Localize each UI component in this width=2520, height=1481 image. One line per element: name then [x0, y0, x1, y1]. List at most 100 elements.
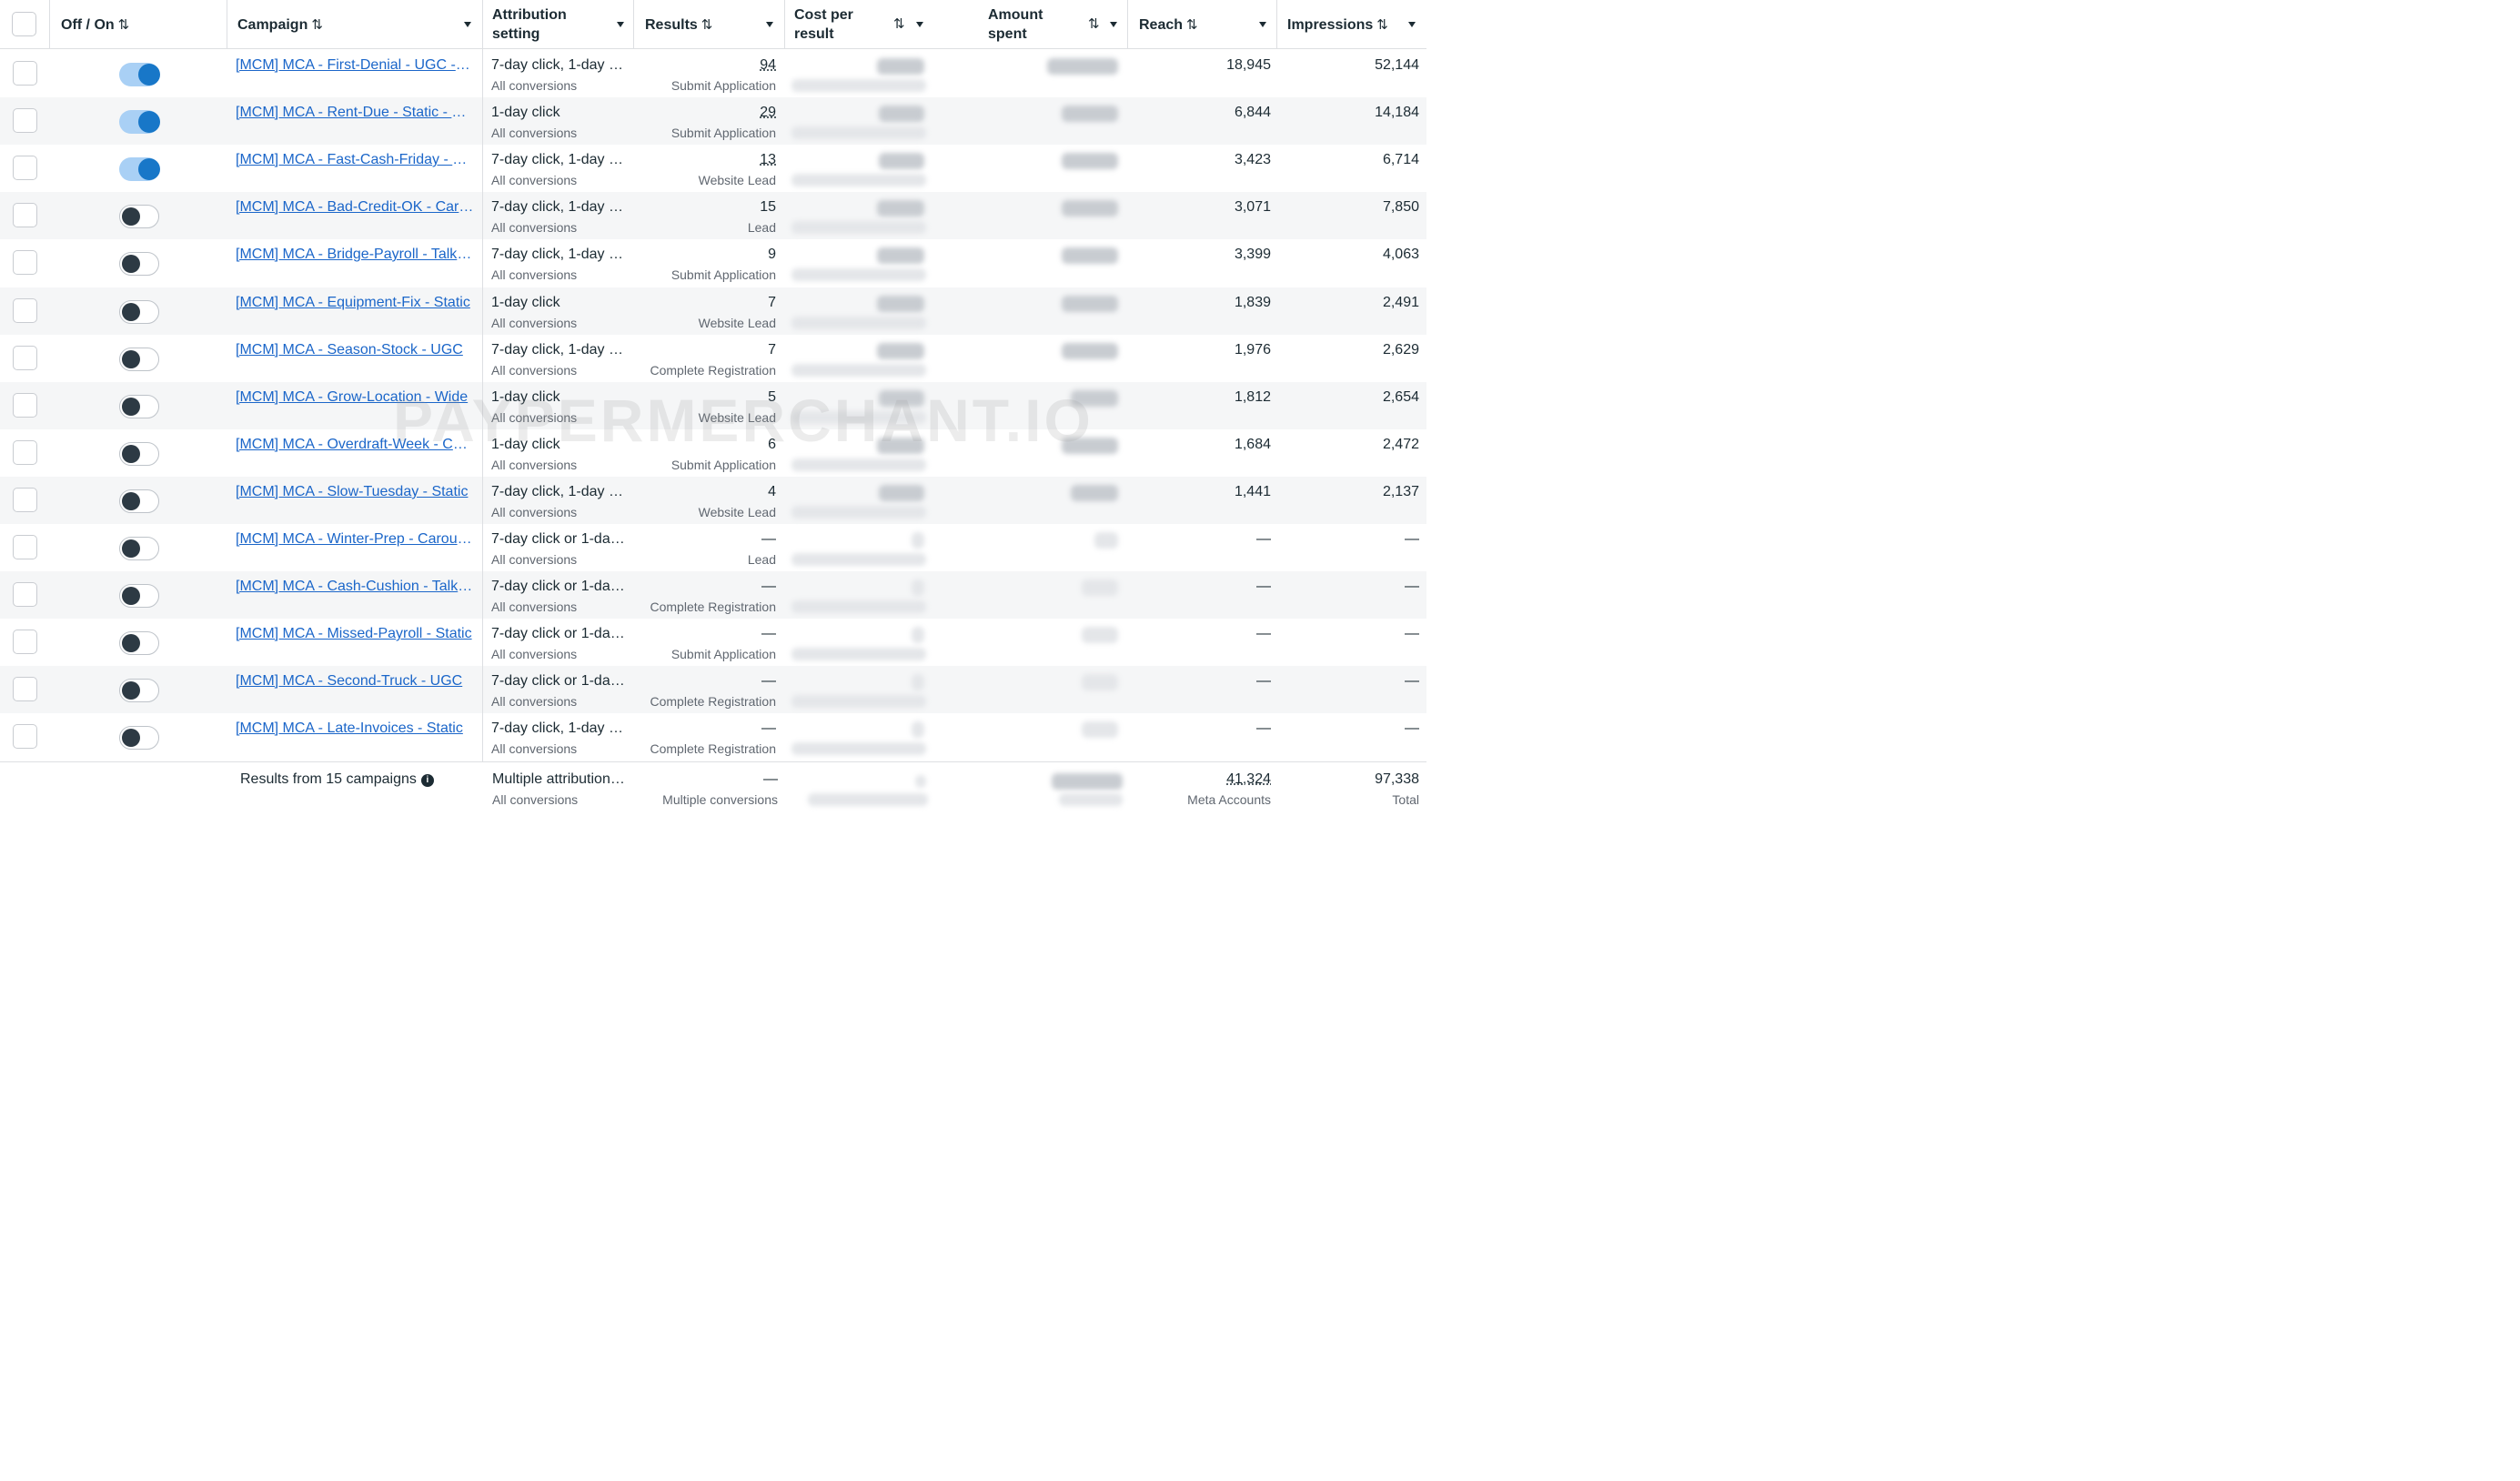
column-header-attribution[interactable]: Attribution setting — [492, 0, 567, 49]
row-checkbox[interactable] — [13, 724, 37, 749]
campaign-link[interactable]: [MCM] MCA - Grow-Location - Wide — [236, 389, 474, 406]
result-value[interactable]: 29 — [760, 105, 776, 121]
table-row[interactable]: [MCM] MCA - Winter-Prep - Carousel 7-day … — [0, 524, 1426, 571]
campaign-toggle[interactable] — [119, 205, 159, 228]
campaign-link[interactable]: [MCM] MCA - Late-Invoices - Static — [236, 720, 474, 737]
campaign-toggle[interactable] — [119, 300, 159, 324]
table-row[interactable]: [MCM] MCA - Overdraft-Week - Carousel 1-d… — [0, 429, 1426, 477]
result-value: 6 — [768, 437, 776, 452]
campaign-toggle[interactable] — [119, 537, 159, 560]
reach-header-label: Reach — [1139, 16, 1184, 33]
toggle-knob — [122, 491, 140, 510]
table-row[interactable]: [MCM] MCA - Rent-Due - Static - Carousel… — [0, 97, 1426, 145]
campaign-link[interactable]: [MCM] MCA - Missed-Payroll - Static — [236, 626, 474, 642]
column-header-campaign[interactable]: Campaign ⇅ — [237, 0, 323, 49]
table-row[interactable]: [MCM] MCA - Bad-Credit-OK - Carousel 7-da… — [0, 192, 1426, 239]
row-checkbox[interactable] — [13, 108, 37, 133]
table-row[interactable]: [MCM] MCA - Late-Invoices - Static 7-day … — [0, 713, 1426, 761]
campaign-link[interactable]: [MCM] MCA - Second-Truck - UGC — [236, 673, 474, 690]
row-checkbox[interactable] — [13, 156, 37, 180]
result-value[interactable]: 94 — [760, 57, 776, 74]
attribution-header-line1: Attribution — [492, 7, 567, 23]
campaign-link[interactable]: [MCM] MCA - Bridge-Payroll - Talking Hea… — [236, 247, 474, 263]
sort-icon[interactable]: ⇅ — [701, 15, 713, 35]
campaign-link[interactable]: [MCM] MCA - Overdraft-Week - Carousel — [236, 437, 474, 453]
table-row[interactable]: [MCM] MCA - Grow-Location - Wide 1-day cl… — [0, 382, 1426, 429]
results-summary: Results from 15 campaigns i — [240, 771, 434, 788]
sort-icon[interactable]: ⇅ — [1088, 15, 1100, 32]
campaign-link[interactable]: [MCM] MCA - Slow-Tuesday - Static — [236, 484, 474, 500]
row-checkbox[interactable] — [13, 582, 37, 607]
campaign-column-menu-icon[interactable] — [464, 22, 471, 27]
campaign-toggle[interactable] — [119, 395, 159, 418]
sort-icon[interactable]: ⇅ — [1376, 15, 1388, 35]
column-header-impressions[interactable]: Impressions ⇅ — [1287, 0, 1388, 49]
campaign-toggle[interactable] — [119, 348, 159, 371]
table-row[interactable]: [MCM] MCA - Slow-Tuesday - Static 7-day c… — [0, 477, 1426, 524]
campaign-toggle[interactable] — [119, 679, 159, 702]
campaign-link[interactable]: [MCM] MCA - Season-Stock - UGC — [236, 342, 474, 358]
campaign-toggle[interactable] — [119, 726, 159, 750]
redacted-value — [1071, 390, 1118, 407]
select-all-checkbox[interactable] — [12, 12, 36, 36]
row-checkbox[interactable] — [13, 535, 37, 559]
row-checkbox[interactable] — [13, 250, 37, 275]
table-row[interactable]: [MCM] MCA - Second-Truck - UGC 7-day clic… — [0, 666, 1426, 713]
results-column-menu-icon[interactable] — [766, 22, 773, 27]
row-checkbox[interactable] — [13, 61, 37, 86]
column-header-reach[interactable]: Reach ⇅ — [1139, 0, 1198, 49]
table-row[interactable]: [MCM] MCA - Bridge-Payroll - Talking Hea… — [0, 239, 1426, 287]
cost-column-menu-icon[interactable] — [916, 22, 923, 27]
row-checkbox[interactable] — [13, 677, 37, 701]
redacted-value — [791, 600, 926, 613]
redacted-value — [877, 343, 924, 359]
sort-icon[interactable]: ⇅ — [118, 15, 130, 35]
column-header-cost-per-result[interactable]: Cost per result — [794, 0, 853, 49]
campaign-link[interactable]: [MCM] MCA - First-Denial - UGC - Carouse… — [236, 57, 474, 74]
footer-reach[interactable]: 41,324 — [1226, 771, 1271, 788]
campaign-toggle[interactable] — [119, 584, 159, 608]
table-row[interactable]: [MCM] MCA - Season-Stock - UGC 7-day clic… — [0, 335, 1426, 382]
row-checkbox[interactable] — [13, 393, 37, 418]
result-value[interactable]: 13 — [760, 152, 776, 168]
campaign-toggle[interactable] — [119, 157, 160, 181]
campaign-link[interactable]: [MCM] MCA - Equipment-Fix - Static — [236, 295, 474, 311]
table-row[interactable]: [MCM] MCA - Fast-Cash-Friday - Static 7-d… — [0, 145, 1426, 192]
attribution-column-menu-icon[interactable] — [617, 22, 624, 27]
campaign-link[interactable]: [MCM] MCA - Bad-Credit-OK - Carousel — [236, 199, 474, 216]
attribution-setting: 7-day click or 1-day view — [491, 673, 628, 689]
table-row[interactable]: [MCM] MCA - First-Denial - UGC - Carouse… — [0, 50, 1426, 97]
sort-icon[interactable]: ⇅ — [1186, 15, 1198, 35]
column-header-results[interactable]: Results ⇅ — [645, 0, 713, 49]
impressions-column-menu-icon[interactable] — [1408, 22, 1416, 27]
campaign-link[interactable]: [MCM] MCA - Fast-Cash-Friday - Static — [236, 152, 474, 168]
campaign-link[interactable]: [MCM] MCA - Winter-Prep - Carousel — [236, 531, 474, 548]
reach-column-menu-icon[interactable] — [1259, 22, 1266, 27]
amount-column-menu-icon[interactable] — [1110, 22, 1117, 27]
table-row[interactable]: [MCM] MCA - Equipment-Fix - Static 1-day … — [0, 287, 1426, 335]
campaign-toggle[interactable] — [119, 442, 159, 466]
row-checkbox[interactable] — [13, 630, 37, 654]
row-checkbox[interactable] — [13, 203, 37, 227]
campaign-toggle[interactable] — [119, 489, 159, 513]
row-checkbox[interactable] — [13, 488, 37, 512]
campaign-link[interactable]: [MCM] MCA - Rent-Due - Static - Carousel — [236, 105, 474, 121]
result-type: Lead — [747, 220, 776, 235]
sort-icon[interactable]: ⇅ — [311, 15, 323, 35]
column-header-amount-spent[interactable]: Amount spent — [988, 0, 1043, 49]
campaign-toggle[interactable] — [119, 63, 160, 86]
sort-icon[interactable]: ⇅ — [893, 15, 905, 32]
campaign-toggle[interactable] — [119, 252, 159, 276]
info-icon[interactable]: i — [420, 774, 434, 787]
result-value: — — [761, 626, 776, 641]
row-checkbox[interactable] — [13, 440, 37, 465]
table-row[interactable]: [MCM] MCA - Missed-Payroll - Static 7-day… — [0, 619, 1426, 666]
table-row[interactable]: [MCM] MCA - Cash-Cushion - Talking Head 7… — [0, 571, 1426, 619]
row-checkbox[interactable] — [13, 346, 37, 370]
column-header-off-on[interactable]: Off / On ⇅ — [61, 0, 130, 49]
result-value: 9 — [768, 247, 776, 262]
campaign-toggle[interactable] — [119, 110, 160, 134]
campaign-link[interactable]: [MCM] MCA - Cash-Cushion - Talking Head — [236, 579, 474, 595]
campaign-toggle[interactable] — [119, 631, 159, 655]
row-checkbox[interactable] — [13, 298, 37, 323]
